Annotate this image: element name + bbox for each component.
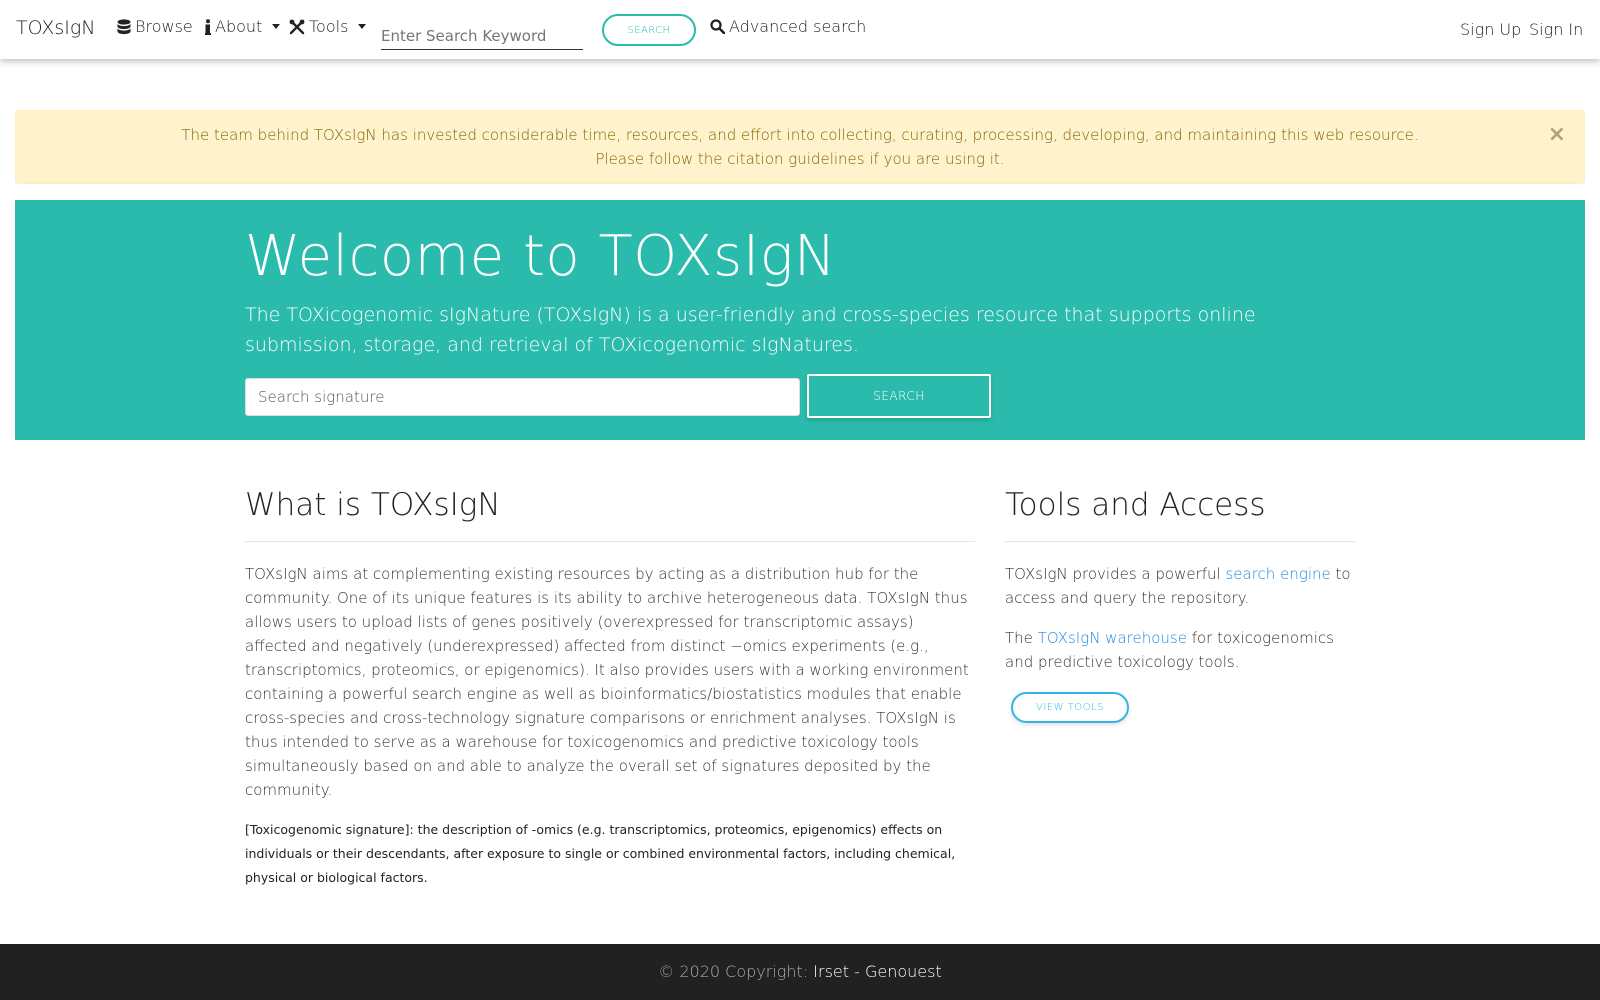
footer-irset-link[interactable]: Irset <box>813 962 849 981</box>
warehouse-link[interactable]: TOXsIgN warehouse <box>1038 629 1187 647</box>
footer: © 2020 Copyright: Irset - Genouest <box>0 944 1600 1000</box>
nav-browse[interactable]: Browse <box>117 17 193 36</box>
what-is-title: What is TOXsIgN <box>245 487 975 542</box>
nav-about-label: About <box>215 17 263 36</box>
brand-logo[interactable]: TOXsIgN <box>16 17 95 39</box>
nav-browse-label: Browse <box>135 17 193 36</box>
nav-about-dropdown[interactable]: About <box>205 17 281 36</box>
signature-definition: [Toxicogenomic signature]: the descripti… <box>245 822 956 885</box>
nav-tools-dropdown[interactable]: Tools <box>289 17 367 36</box>
nav-advanced-search[interactable]: Advanced search <box>710 17 866 36</box>
nav-search-input[interactable] <box>381 16 583 50</box>
footer-copyright: © 2020 Copyright: <box>658 962 814 981</box>
signin-link[interactable]: Sign In <box>1529 20 1583 39</box>
top-navbar: TOXsIgN Browse About Tools SEARCH Advanc… <box>0 0 1600 59</box>
chevron-down-icon <box>358 24 367 29</box>
chevron-down-icon <box>272 24 281 29</box>
footer-genouest-link[interactable]: Genouest <box>865 962 942 981</box>
tools-paragraph-2: The TOXsIgN warehouse for toxicogenomics… <box>1005 626 1355 674</box>
alert-line-1: The team behind TOXsIgN has invested con… <box>181 126 1419 144</box>
tools-p1-text: TOXsIgN provides a powerful <box>1005 565 1226 583</box>
hero-title: Welcome to TOXsIgN <box>245 224 837 289</box>
info-icon <box>205 18 211 35</box>
search-engine-link[interactable]: search engine <box>1225 565 1330 583</box>
what-is-section: What is TOXsIgN TOXsIgN aims at compleme… <box>245 487 975 890</box>
signature-search-placeholder: Search signature <box>258 388 385 406</box>
nav-search-button[interactable]: SEARCH <box>602 14 696 46</box>
footer-separator: - <box>849 962 865 981</box>
database-icon <box>117 18 131 34</box>
tools-p2-text: The <box>1005 629 1038 647</box>
signature-search-input[interactable]: Search signature <box>245 378 800 416</box>
hero-jumbotron: Welcome to TOXsIgN The TOXicogenomic sIg… <box>15 200 1585 440</box>
nav-advanced-label: Advanced search <box>729 17 867 36</box>
alert-line-2: Please follow the citation guidelines if… <box>595 150 1005 168</box>
hero-lead: The TOXicogenomic sIgNature (TOXsIgN) is… <box>245 304 1256 356</box>
citation-alert: The team behind TOXsIgN has invested con… <box>15 110 1585 184</box>
signup-link[interactable]: Sign Up <box>1460 20 1521 39</box>
what-is-body: TOXsIgN aims at complementing existing r… <box>245 565 969 799</box>
view-tools-button[interactable]: VIEW TOOLS <box>1011 692 1129 723</box>
tools-access-section: Tools and Access TOXsIgN provides a powe… <box>1005 487 1355 723</box>
tools-paragraph-1: TOXsIgN provides a powerful search engin… <box>1005 562 1355 610</box>
wrench-icon <box>289 19 305 34</box>
close-icon[interactable]: × <box>1548 123 1566 147</box>
nav-tools-label: Tools <box>309 17 349 36</box>
tools-access-title: Tools and Access <box>1005 487 1355 542</box>
hero-search-button[interactable]: SEARCH <box>807 374 991 418</box>
search-icon <box>710 19 725 34</box>
